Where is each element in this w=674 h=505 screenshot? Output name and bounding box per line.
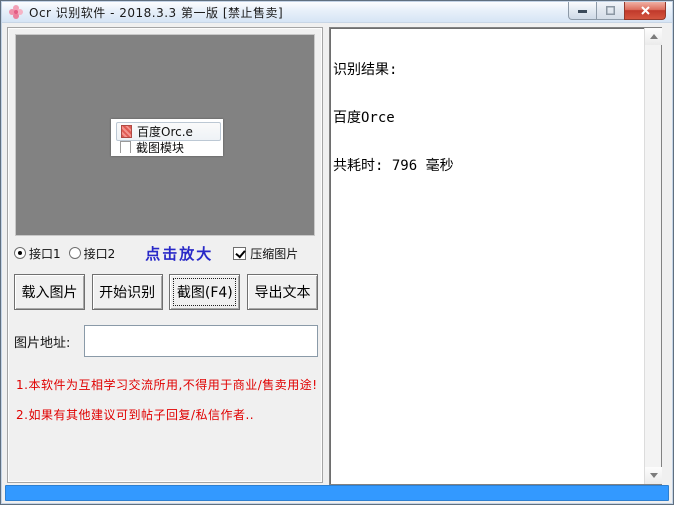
notice-line-1: 1.本软件为互相学习交流所用,不得用于商业/售卖用途!	[16, 376, 318, 393]
maximize-button[interactable]	[596, 2, 625, 20]
file-icon	[120, 141, 131, 153]
radio-label: 接口1	[29, 245, 61, 262]
image-address-row: 图片地址:	[14, 324, 318, 358]
load-image-button[interactable]: 载入图片	[14, 274, 85, 310]
image-preview-area[interactable]: 百度Orc.e 截图模块	[15, 34, 315, 236]
result-line: 百度Orce	[333, 110, 641, 126]
result-line: 共耗时: 796 毫秒	[333, 158, 641, 174]
action-button-row: 载入图片 开始识别 截图(F4) 导出文本	[14, 274, 318, 310]
radio-selected-icon	[14, 247, 26, 259]
radio-unselected-icon	[69, 247, 81, 259]
progress-bar	[5, 485, 669, 501]
preview-screenshot: 百度Orc.e 截图模块	[111, 119, 223, 156]
app-flower-icon	[8, 4, 24, 20]
checkbox-label: 压缩图片	[250, 245, 298, 262]
window-controls	[569, 2, 666, 20]
result-text: 识别结果: 百度Orce 共耗时: 796 毫秒	[333, 30, 641, 206]
scroll-up-button[interactable]	[645, 28, 662, 45]
preview-menu-item-clipped: 截图模块	[116, 141, 223, 153]
compress-image-checkbox[interactable]: 压缩图片	[233, 245, 298, 262]
close-button[interactable]	[624, 2, 666, 20]
red-file-icon	[121, 125, 132, 138]
vertical-scrollbar[interactable]	[644, 28, 661, 484]
options-row: 接口1 接口2 点击放大 压缩图片	[14, 242, 316, 264]
window-title: Ocr 识别软件 - 2018.3.3 第一版 [禁止售卖]	[29, 4, 283, 21]
left-panel: 百度Orc.e 截图模块 接口1 接口2 点击放大 压缩图片	[7, 27, 323, 483]
radio-interface-1[interactable]: 接口1	[14, 245, 61, 262]
triangle-down-icon	[650, 473, 658, 478]
titlebar[interactable]: Ocr 识别软件 - 2018.3.3 第一版 [禁止售卖]	[2, 2, 672, 23]
image-address-label: 图片地址:	[14, 332, 84, 351]
image-address-input[interactable]	[84, 325, 318, 357]
result-line: 识别结果:	[333, 62, 641, 78]
scroll-down-button[interactable]	[645, 467, 662, 484]
preview-menu-item-highlighted: 百度Orc.e	[116, 122, 221, 141]
recognition-result-textarea[interactable]: 识别结果: 百度Orce 共耗时: 796 毫秒	[329, 27, 662, 485]
click-to-enlarge-link[interactable]: 点击放大	[145, 243, 213, 264]
screenshot-f4-button[interactable]: 截图(F4)	[169, 274, 240, 310]
menu-item-label: 截图模块	[136, 141, 184, 153]
menu-item-label: 百度Orc.e	[137, 123, 193, 140]
radio-label: 接口2	[84, 245, 116, 262]
notice-line-2: 2.如果有其他建议可到帖子回复/私信作者..	[16, 406, 254, 423]
app-window: Ocr 识别软件 - 2018.3.3 第一版 [禁止售卖] 百度Orc.e	[0, 0, 674, 505]
checkbox-checked-icon	[233, 247, 246, 260]
start-recognition-button[interactable]: 开始识别	[92, 274, 163, 310]
export-text-button[interactable]: 导出文本	[247, 274, 318, 310]
triangle-up-icon	[650, 34, 658, 39]
minimize-button[interactable]	[568, 2, 597, 20]
radio-interface-2[interactable]: 接口2	[69, 245, 116, 262]
